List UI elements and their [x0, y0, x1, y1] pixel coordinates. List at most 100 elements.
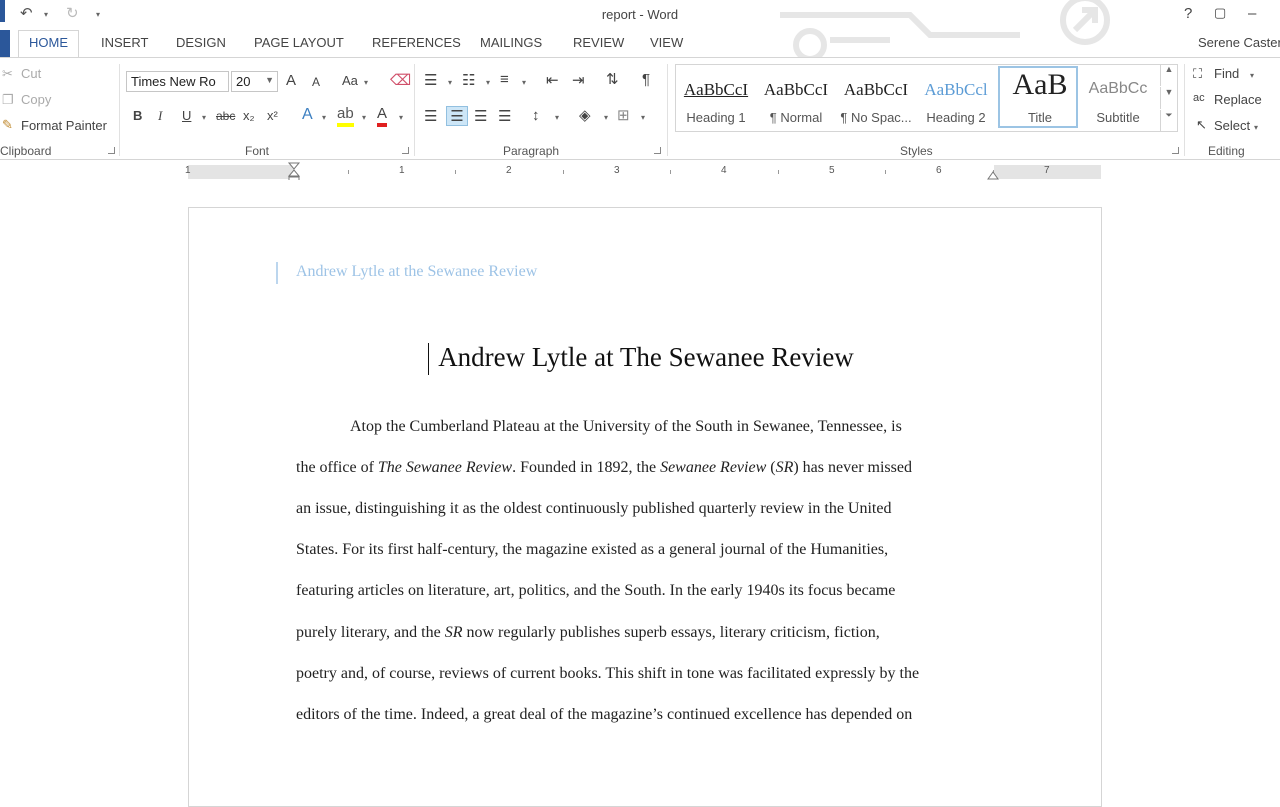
ribbon-display-options-icon[interactable]: ▢: [1214, 5, 1226, 21]
tab-view[interactable]: VIEW: [650, 35, 683, 50]
find-button[interactable]: Find: [1214, 66, 1239, 81]
superscript-button[interactable]: x²: [267, 108, 278, 123]
chevron-down-icon: ▾: [448, 78, 453, 87]
font-color-icon[interactable]: A: [377, 105, 388, 127]
window-title: report - Word: [601, 7, 679, 22]
chevron-down-icon: ▾: [604, 113, 609, 122]
gallery-more-icon[interactable]: ⏷: [1160, 110, 1177, 132]
ruler-tick: [348, 170, 349, 174]
body-line[interactable]: purely literary, and the SR now regularl…: [296, 624, 880, 642]
ruler-number: 4: [721, 165, 727, 176]
style-title[interactable]: AaB Title: [998, 66, 1078, 128]
help-icon[interactable]: ?: [1184, 5, 1192, 22]
numbering-icon[interactable]: ☷: [462, 71, 475, 89]
body-line[interactable]: editors of the time. Indeed, a great dea…: [296, 706, 912, 724]
tab-home[interactable]: HOME: [18, 30, 79, 59]
style-heading-2[interactable]: AaBbCcl Heading 2: [916, 67, 996, 129]
style-name: Subtitle: [1096, 110, 1140, 125]
format-painter-button[interactable]: Format Painter: [21, 118, 107, 133]
sort-icon[interactable]: ⇅: [606, 70, 619, 88]
style-no-spacing[interactable]: AaBbCcI ¶ No Spac...: [836, 67, 916, 129]
bold-button[interactable]: B: [133, 108, 142, 123]
document-page[interactable]: Andrew Lytle at the Sewanee Review Andre…: [188, 207, 1102, 807]
highlight-color-icon[interactable]: ab: [337, 105, 354, 127]
style-preview: AaBbCcl: [924, 80, 988, 99]
style-subtitle[interactable]: AaBbCc Subtitle: [1078, 67, 1158, 129]
ruler-number: 7: [1044, 165, 1050, 176]
style-normal[interactable]: AaBbCcI ¶ Normal: [756, 67, 836, 129]
increase-indent-icon[interactable]: ⇥: [572, 71, 585, 89]
subscript-button[interactable]: x₂: [243, 108, 255, 123]
tab-review[interactable]: REVIEW: [573, 35, 624, 50]
horizontal-ruler[interactable]: 1 1 2 3 4 5 6 7: [185, 162, 1101, 183]
underline-button[interactable]: U: [182, 108, 191, 123]
gallery-scroll-up-icon[interactable]: ▲: [1160, 64, 1177, 86]
document-canvas[interactable]: Andrew Lytle at the Sewanee Review Andre…: [0, 180, 1280, 807]
font-launcher-icon[interactable]: [402, 147, 409, 154]
tab-references[interactable]: REFERENCES: [372, 35, 461, 50]
align-right-icon[interactable]: ☰: [474, 107, 487, 125]
chevron-down-icon: ▾: [364, 78, 369, 87]
borders-icon[interactable]: ⊞: [617, 106, 630, 124]
user-name[interactable]: Serene Caster: [1198, 35, 1280, 50]
multilevel-list-icon[interactable]: ≡: [500, 71, 509, 88]
cut-button[interactable]: Cut: [21, 66, 41, 81]
body-line[interactable]: poetry and, of course, reviews of curren…: [296, 665, 919, 683]
gallery-scroll-down-icon[interactable]: ▼: [1160, 87, 1177, 109]
body-line[interactable]: an issue, distinguishing it as the oldes…: [296, 500, 891, 518]
select-button[interactable]: Select: [1214, 118, 1250, 133]
text-effects-icon[interactable]: A: [302, 106, 313, 124]
chevron-down-icon: ▾: [486, 78, 491, 87]
paragraph-launcher-icon[interactable]: [654, 147, 661, 154]
decrease-indent-icon[interactable]: ⇤: [546, 71, 559, 89]
italic-button[interactable]: I: [158, 108, 162, 124]
chevron-down-icon: ▾: [399, 113, 404, 122]
page-header[interactable]: Andrew Lytle at the Sewanee Review: [296, 263, 537, 281]
font-size-input[interactable]: 20 ▼: [231, 71, 278, 92]
justify-icon[interactable]: ☰: [498, 107, 511, 125]
style-preview: AaBbCcI: [843, 80, 909, 99]
line-spacing-icon[interactable]: ↕: [532, 107, 540, 124]
bullets-icon[interactable]: ☰: [424, 71, 437, 89]
style-name: Heading 2: [926, 110, 986, 125]
center-align-icon[interactable]: ☰: [446, 106, 468, 126]
chevron-down-icon: ▾: [322, 113, 327, 122]
style-name: ¶ No Spac...: [840, 110, 912, 125]
chevron-down-icon: ▼: [265, 75, 274, 85]
right-indent-marker-icon[interactable]: [987, 170, 1000, 180]
font-name-input[interactable]: Times New Ro: [126, 71, 229, 92]
replace-button[interactable]: Replace: [1214, 92, 1262, 107]
tab-insert[interactable]: INSERT: [101, 35, 148, 50]
group-separator: [119, 64, 120, 156]
clipboard-launcher-icon[interactable]: [108, 147, 115, 154]
tab-mailings[interactable]: MAILINGS: [480, 35, 542, 50]
tab-design[interactable]: DESIGN: [176, 35, 226, 50]
shrink-font-button[interactable]: A: [312, 75, 320, 89]
document-title[interactable]: Andrew Lytle at The Sewanee Review: [189, 342, 1103, 373]
minimize-icon[interactable]: –: [1248, 5, 1256, 22]
body-line[interactable]: the office of The Sewanee Review. Founde…: [296, 459, 912, 477]
grow-font-button[interactable]: A: [286, 72, 296, 89]
tab-page-layout[interactable]: PAGE LAYOUT: [254, 35, 344, 50]
styles-gallery: AaBbCcI Heading 1 AaBbCcI ¶ Normal AaBbC…: [675, 64, 1178, 132]
body-line[interactable]: Atop the Cumberland Plateau at the Unive…: [350, 418, 902, 436]
body-line[interactable]: States. For its first half-century, the …: [296, 541, 888, 559]
strikethrough-button[interactable]: abc: [216, 109, 235, 123]
group-separator: [667, 64, 668, 156]
copy-button[interactable]: Copy: [21, 92, 51, 107]
style-preview: AaBbCc: [1088, 80, 1148, 97]
style-heading-1[interactable]: AaBbCcI Heading 1: [676, 67, 756, 129]
show-formatting-button[interactable]: ¶: [642, 71, 650, 88]
clear-formatting-icon[interactable]: ⌫: [390, 71, 411, 89]
body-line[interactable]: featuring articles on literature, art, p…: [296, 582, 895, 600]
group-separator: [414, 64, 415, 156]
align-left-icon[interactable]: ☰: [424, 107, 437, 125]
font-group-label: Font: [245, 144, 270, 158]
change-case-button[interactable]: Aa: [342, 73, 358, 88]
ruler-number: 1: [185, 165, 191, 176]
chevron-down-icon: ▾: [522, 78, 527, 87]
styles-launcher-icon[interactable]: [1172, 147, 1179, 154]
shading-icon[interactable]: ◈: [579, 106, 591, 124]
ruler-number: 3: [614, 165, 620, 176]
file-tab[interactable]: [0, 30, 10, 57]
